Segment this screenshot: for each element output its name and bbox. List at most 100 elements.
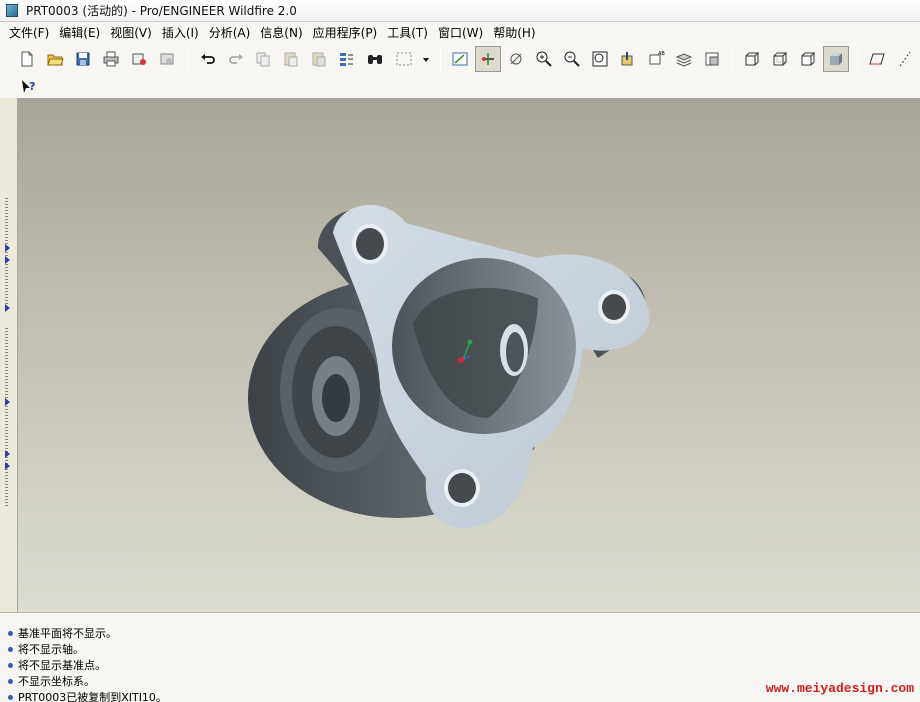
menu-edit[interactable]: 编辑(E)	[54, 24, 105, 41]
regenerate-icon	[340, 53, 354, 66]
print-button[interactable]	[98, 46, 124, 72]
open-icon	[47, 54, 64, 66]
datum-plane-button[interactable]	[447, 46, 473, 72]
send-button[interactable]	[126, 46, 152, 72]
secondary-toolbar: ?	[0, 76, 920, 98]
datum-point-button[interactable]	[503, 46, 529, 72]
shading-button[interactable]	[823, 46, 850, 72]
selection-box-icon	[396, 52, 412, 66]
expand-arrow-icon[interactable]	[5, 462, 10, 470]
toolbar-separator	[857, 47, 859, 71]
wireframe-button[interactable]	[739, 46, 765, 72]
title-bar: PRT0003 (活动的) - Pro/ENGINEER Wildfire 2.…	[0, 0, 920, 22]
window-title: PRT0003 (活动的) - Pro/ENGINEER Wildfire 2.…	[26, 4, 297, 18]
datum-axis-icon	[482, 53, 495, 65]
menu-insert[interactable]: 插入(I)	[157, 24, 204, 41]
message-line: 将不显示轴。	[8, 641, 920, 657]
hidden-line-button[interactable]	[767, 46, 793, 72]
menu-analysis[interactable]: 分析(A)	[204, 24, 256, 41]
part-model[interactable]	[18, 98, 920, 612]
find-icon	[368, 55, 383, 64]
saved-views-button[interactable]: AB	[643, 46, 669, 72]
menu-help[interactable]: 帮助(H)	[488, 24, 540, 41]
menu-window[interactable]: 窗口(W)	[433, 24, 488, 41]
datum-point-icon	[510, 53, 522, 65]
graphics-window[interactable]	[18, 98, 920, 612]
datum-axis-button[interactable]	[475, 46, 501, 72]
toolbar-separator	[732, 47, 734, 71]
menu-file[interactable]: 文件(F)	[4, 24, 54, 41]
menu-info[interactable]: 信息(N)	[255, 24, 307, 41]
refit-button[interactable]	[587, 46, 613, 72]
zoom-out-icon	[564, 51, 580, 67]
save-button[interactable]	[70, 46, 96, 72]
selection-dropdown[interactable]	[420, 46, 432, 72]
menu-tools[interactable]: 工具(T)	[382, 24, 433, 41]
bullet-icon	[8, 694, 13, 700]
datum-axis-display-button[interactable]	[892, 46, 918, 72]
message-text: PRT0003已被复制到XITI10。	[18, 691, 167, 702]
menu-applications[interactable]: 应用程序(P)	[308, 24, 383, 41]
toolbar-separator	[440, 47, 442, 71]
open-button[interactable]	[42, 46, 68, 72]
undo-icon	[200, 54, 215, 64]
hidden-line-icon	[773, 52, 788, 66]
bullet-icon	[8, 662, 13, 668]
find-button[interactable]	[362, 46, 388, 72]
menu-bar: 文件(F) 编辑(E) 视图(V) 插入(I) 分析(A) 信息(N) 应用程序…	[0, 22, 920, 42]
datum-axis-display-icon	[899, 51, 911, 67]
no-hidden-button[interactable]	[795, 46, 821, 72]
message-text: 将不显示轴。	[18, 643, 84, 656]
paste-button[interactable]	[278, 46, 304, 72]
menu-view[interactable]: 视图(V)	[105, 24, 157, 41]
redo-button[interactable]	[223, 46, 249, 72]
expand-arrow-icon[interactable]	[5, 256, 10, 264]
message-line: 基准平面将不显示。	[8, 625, 920, 641]
toolbar-grip[interactable]	[5, 328, 8, 508]
layers-button[interactable]	[671, 46, 697, 72]
reorient-button[interactable]	[615, 46, 641, 72]
saved-views-icon: AB	[649, 51, 665, 65]
message-text: 基准平面将不显示。	[18, 627, 117, 640]
layers-icon	[675, 53, 692, 67]
paste-icon	[284, 52, 298, 67]
datum-plane-display-icon	[869, 53, 885, 65]
part-body[interactable]	[248, 204, 650, 528]
shading-icon	[830, 53, 843, 65]
zoom-in-button[interactable]	[531, 46, 557, 72]
copy-icon	[256, 52, 270, 67]
datum-plane-display-button[interactable]	[864, 46, 890, 72]
close-window-button[interactable]	[154, 46, 180, 72]
redo-icon	[228, 54, 243, 64]
refit-icon	[592, 51, 608, 67]
reorient-icon	[621, 52, 633, 66]
dropdown-icon	[423, 58, 430, 62]
watermark-text: www.meiyadesign.com	[765, 681, 914, 696]
svg-text:AB: AB	[658, 51, 665, 57]
left-toolbar-strip	[0, 98, 18, 612]
selection-box-button[interactable]	[390, 46, 418, 72]
main-toolbar: AB	[0, 42, 920, 76]
expand-arrow-icon[interactable]	[5, 244, 10, 252]
bullet-icon	[8, 678, 13, 684]
regenerate-button[interactable]	[334, 46, 360, 72]
zoom-out-button[interactable]	[559, 46, 585, 72]
save-icon	[76, 52, 90, 66]
paste-special-button[interactable]	[306, 46, 332, 72]
expand-arrow-icon[interactable]	[5, 398, 10, 406]
new-button[interactable]	[14, 46, 40, 72]
expand-arrow-icon[interactable]	[5, 450, 10, 458]
copy-button[interactable]	[251, 46, 277, 72]
svg-text:?: ?	[29, 80, 35, 93]
context-help-button[interactable]: ?	[18, 77, 40, 97]
message-text: 将不显示基准点。	[18, 659, 106, 672]
toolbar-separator	[187, 47, 189, 71]
toolbar-grip[interactable]	[5, 198, 8, 308]
view-manager-button[interactable]	[699, 46, 725, 72]
zoom-in-icon	[536, 51, 552, 67]
expand-arrow-icon[interactable]	[5, 304, 10, 312]
bullet-icon	[8, 646, 13, 652]
app-icon	[6, 4, 18, 17]
wireframe-icon	[745, 52, 760, 66]
undo-button[interactable]	[195, 46, 221, 72]
